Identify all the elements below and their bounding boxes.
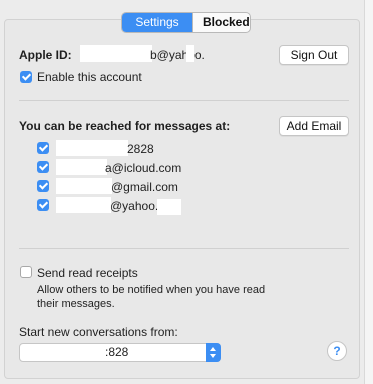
redacted-block xyxy=(56,140,128,156)
enable-account-label: Enable this account xyxy=(37,70,142,84)
help-button[interactable]: ? xyxy=(327,341,347,361)
start-from-label: Start new conversations from: xyxy=(19,325,178,339)
popup-chevron-icon[interactable] xyxy=(206,343,221,362)
redacted-block xyxy=(157,199,181,215)
apple-id-label: Apple ID: xyxy=(19,48,72,62)
redacted-block xyxy=(56,159,107,175)
redacted-block xyxy=(80,45,152,62)
start-from-popup[interactable]: :828 xyxy=(19,343,221,362)
sign-out-button[interactable]: Sign Out xyxy=(279,45,349,65)
start-from-value: :828 xyxy=(105,345,129,359)
apple-id-value: b@yahoo. xyxy=(150,48,205,62)
address-checkbox[interactable] xyxy=(37,142,49,154)
redacted-block xyxy=(186,45,194,62)
window-edge xyxy=(364,0,373,384)
read-receipts-description: Allow others to be notified when you hav… xyxy=(37,284,266,310)
enable-account-checkbox[interactable] xyxy=(20,71,32,83)
read-receipts-checkbox[interactable] xyxy=(20,266,32,278)
add-email-button[interactable]: Add Email xyxy=(279,116,349,136)
address-text: 2828 xyxy=(127,142,154,156)
address-text: @yahoo. xyxy=(110,199,159,213)
reach-heading: You can be reached for messages at: xyxy=(19,119,231,133)
redacted-block xyxy=(56,197,111,213)
tab-blocked[interactable]: Blocked xyxy=(192,13,250,32)
divider xyxy=(19,248,349,249)
redacted-block xyxy=(56,178,112,194)
divider xyxy=(19,100,349,101)
tab-settings[interactable]: Settings xyxy=(122,13,192,32)
address-checkbox[interactable] xyxy=(37,161,49,173)
tab-control: Settings Blocked xyxy=(121,12,251,33)
read-receipts-label: Send read receipts xyxy=(37,266,138,280)
address-checkbox[interactable] xyxy=(37,180,49,192)
address-checkbox[interactable] xyxy=(37,199,49,211)
address-text: @gmail.com xyxy=(111,180,178,194)
address-text: a@icloud.com xyxy=(105,161,182,175)
